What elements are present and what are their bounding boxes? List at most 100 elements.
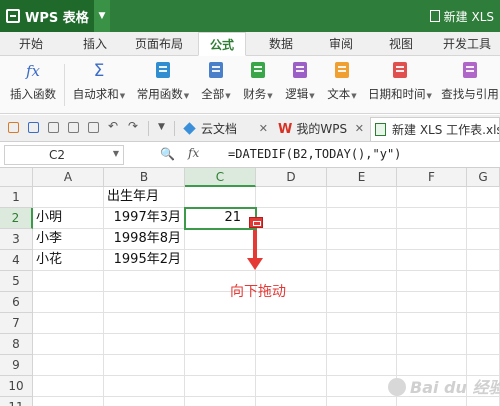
cell-a2[interactable]: 小明 — [33, 208, 104, 229]
grid-cell[interactable] — [397, 271, 467, 292]
chevron-down-icon[interactable]: ▼ — [113, 149, 119, 158]
grid-cell[interactable] — [185, 334, 256, 355]
grid-cell[interactable] — [33, 334, 104, 355]
doc-tab-workbook[interactable]: 新建 XLS 工作表.xls — [370, 117, 500, 141]
tab-formulas[interactable]: 公式 — [198, 32, 246, 56]
row-header-6[interactable]: 6 — [0, 292, 33, 313]
name-box[interactable]: C2 ▼ — [4, 145, 124, 165]
lookup-reference-button[interactable]: 查找与引用 — [440, 62, 500, 108]
grid-cell[interactable] — [327, 208, 397, 229]
formula-input[interactable]: =DATEDIF(B2,TODAY(),"y") — [228, 147, 401, 161]
common-functions-button[interactable]: 常用函数▼ — [132, 62, 194, 108]
grid-cell[interactable] — [33, 271, 104, 292]
grid-cell[interactable] — [185, 397, 256, 406]
grid-cell[interactable] — [256, 250, 327, 271]
logical-button[interactable]: 逻辑▼ — [280, 62, 320, 108]
grid-cell[interactable] — [467, 313, 500, 334]
grid-cell[interactable] — [33, 355, 104, 376]
print-preview-icon[interactable] — [48, 122, 59, 133]
grid-cell[interactable] — [185, 376, 256, 397]
cell-b1[interactable]: 出生年月 — [104, 187, 185, 208]
grid-cell[interactable] — [397, 355, 467, 376]
grid-cell[interactable] — [397, 187, 467, 208]
grid-cell[interactable] — [256, 187, 327, 208]
zoom-search-icon[interactable]: 🔍 — [160, 147, 175, 161]
app-menu-button[interactable]: WPS 表格 — [0, 0, 94, 32]
column-header-a[interactable]: A — [33, 168, 104, 187]
grid-cell[interactable] — [467, 355, 500, 376]
column-header-f[interactable]: F — [397, 168, 467, 187]
grid-cell[interactable] — [467, 208, 500, 229]
grid-cell[interactable] — [327, 376, 397, 397]
grid-cell[interactable] — [104, 292, 185, 313]
spreadsheet-grid[interactable]: A B C D E F G 1 2 3 4 5 6 7 8 9 10 11 出生… — [0, 168, 500, 406]
grid-cell[interactable] — [327, 229, 397, 250]
grid-cell[interactable] — [467, 187, 500, 208]
tab-view[interactable]: 视图 — [378, 32, 424, 56]
column-header-g[interactable]: G — [467, 168, 500, 187]
grid-cell[interactable] — [467, 292, 500, 313]
row-header-7[interactable]: 7 — [0, 313, 33, 334]
print-icon[interactable] — [68, 122, 79, 133]
grid-cell[interactable] — [104, 334, 185, 355]
app-dropdown-button[interactable]: ▼ — [94, 0, 110, 32]
grid-cell[interactable] — [327, 313, 397, 334]
grid-cell[interactable] — [33, 187, 104, 208]
grid-cell[interactable] — [104, 397, 185, 406]
grid-cell[interactable] — [397, 313, 467, 334]
tab-insert[interactable]: 插入 — [72, 32, 118, 56]
cell-a4[interactable]: 小花 — [33, 250, 104, 271]
export-pdf-icon[interactable] — [88, 122, 99, 133]
grid-cell[interactable] — [33, 292, 104, 313]
date-time-button[interactable]: 日期和时间▼ — [364, 62, 436, 108]
grid-cell[interactable] — [467, 229, 500, 250]
grid-cell[interactable] — [397, 334, 467, 355]
all-functions-button[interactable]: 全部▼ — [196, 62, 236, 108]
save-icon[interactable] — [28, 122, 39, 133]
doc-tab-mywps[interactable]: W 我的WPS ✕ — [274, 117, 368, 141]
grid-cell[interactable] — [185, 187, 256, 208]
tab-home[interactable]: 开始 — [8, 32, 54, 56]
grid-cell[interactable] — [397, 397, 467, 406]
close-icon[interactable]: ✕ — [355, 117, 364, 141]
cell-b2[interactable]: 1997年3月 — [104, 208, 185, 229]
tab-review[interactable]: 审阅 — [318, 32, 364, 56]
grid-cell[interactable] — [256, 208, 327, 229]
cell-b3[interactable]: 1998年8月 — [104, 229, 185, 250]
grid-cell[interactable] — [397, 250, 467, 271]
text-button[interactable]: 文本▼ — [322, 62, 362, 108]
column-header-d[interactable]: D — [256, 168, 327, 187]
grid-cell[interactable] — [327, 250, 397, 271]
grid-cell[interactable] — [33, 376, 104, 397]
grid-cell[interactable] — [104, 271, 185, 292]
grid-cell[interactable] — [185, 250, 256, 271]
financial-button[interactable]: 财务▼ — [238, 62, 278, 108]
grid-cell[interactable] — [185, 355, 256, 376]
row-header-3[interactable]: 3 — [0, 229, 33, 250]
row-header-10[interactable]: 10 — [0, 376, 33, 397]
grid-cell[interactable] — [397, 292, 467, 313]
tab-data[interactable]: 数据 — [258, 32, 304, 56]
redo-icon[interactable]: ↷ — [128, 119, 138, 133]
grid-cell[interactable] — [256, 313, 327, 334]
close-icon[interactable]: ✕ — [259, 117, 268, 141]
grid-cell[interactable] — [256, 376, 327, 397]
column-header-b[interactable]: B — [104, 168, 185, 187]
function-icon[interactable]: fx — [188, 146, 199, 160]
undo-icon[interactable]: ↶ — [108, 119, 118, 133]
column-header-e[interactable]: E — [327, 168, 397, 187]
grid-cell[interactable] — [256, 229, 327, 250]
select-all-corner[interactable] — [0, 168, 33, 187]
autosum-button[interactable]: Σ 自动求和▼ — [68, 62, 130, 108]
open-folder-icon[interactable] — [8, 122, 19, 133]
grid-cell[interactable] — [256, 397, 327, 406]
row-header-11[interactable]: 11 — [0, 397, 33, 406]
grid-cell[interactable] — [327, 292, 397, 313]
grid-cell[interactable] — [467, 334, 500, 355]
grid-cell[interactable] — [327, 334, 397, 355]
row-header-1[interactable]: 1 — [0, 187, 33, 208]
tab-developer[interactable]: 开发工具 — [436, 32, 498, 56]
grid-cell[interactable] — [467, 250, 500, 271]
grid-cell[interactable] — [467, 271, 500, 292]
grid-cell[interactable] — [33, 397, 104, 406]
